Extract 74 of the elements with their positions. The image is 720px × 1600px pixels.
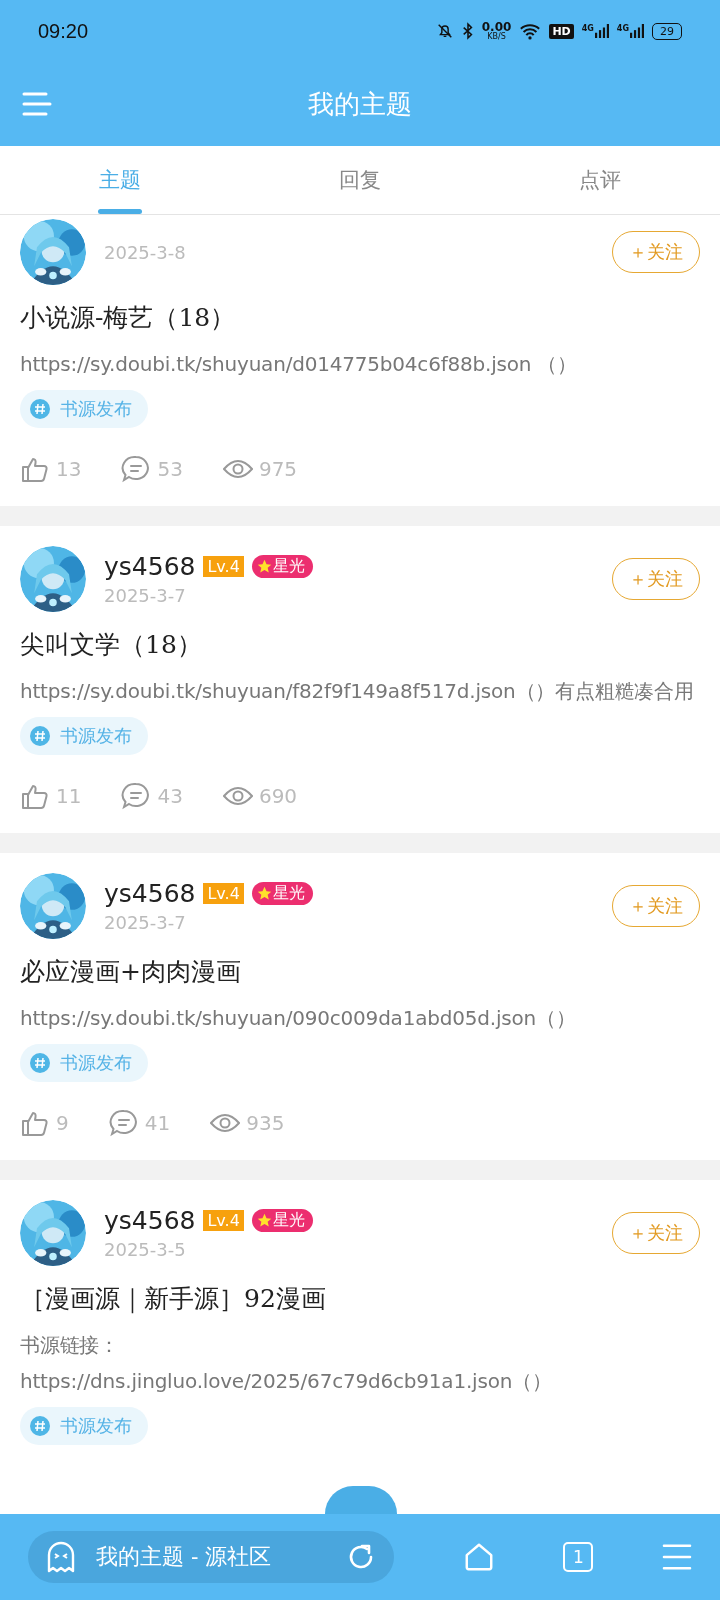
ghost-icon bbox=[46, 1541, 76, 1573]
page-title: 我的主题 - 源社区 bbox=[96, 1543, 273, 1571]
network-type: 4G bbox=[581, 24, 594, 33]
view-count: 975 bbox=[258, 457, 298, 481]
topic-tag[interactable]: 书源发布 bbox=[20, 717, 148, 755]
follow-button[interactable]: ＋关注 bbox=[612, 885, 700, 927]
topic-tag[interactable]: 书源发布 bbox=[20, 1044, 148, 1082]
post-body: https://sy.doubi.tk/shuyuan/090c009da1abd05d.json（） bbox=[20, 1005, 577, 1032]
comment-icon[interactable] bbox=[108, 1108, 139, 1138]
level-badge: Lv.4 bbox=[203, 883, 244, 904]
follow-button[interactable]: ＋关注 bbox=[612, 558, 700, 600]
topic-tag[interactable]: 书源发布 bbox=[20, 1407, 148, 1445]
comment-count: 41 bbox=[144, 1111, 171, 1135]
follow-button[interactable]: ＋关注 bbox=[612, 231, 700, 273]
post-date: 2025-3-8 bbox=[104, 241, 187, 263]
hash-icon bbox=[30, 399, 50, 419]
comment-icon[interactable] bbox=[121, 781, 152, 811]
tag-label: 书源发布 bbox=[60, 397, 132, 421]
comment-count: 43 bbox=[157, 784, 183, 808]
hash-icon bbox=[30, 1416, 50, 1436]
wifi-icon bbox=[519, 22, 542, 40]
network-speed: 0.00 bbox=[481, 21, 512, 33]
post-title[interactable]: 尖叫文学（18） bbox=[20, 628, 700, 661]
post-title[interactable]: ［漫画源｜新手源］92漫画 bbox=[20, 1282, 700, 1315]
tag-label: 书源发布 bbox=[60, 1414, 132, 1438]
level-badge: Lv.4 bbox=[203, 1210, 244, 1231]
level-badge: Lv.4 bbox=[203, 556, 244, 577]
hash-icon bbox=[30, 1053, 50, 1073]
tag-label: 书源发布 bbox=[60, 1051, 132, 1075]
comment-count: 53 bbox=[157, 457, 183, 481]
network-type: 4G bbox=[616, 24, 629, 33]
like-count: 13 bbox=[56, 457, 82, 481]
follow-button[interactable]: ＋关注 bbox=[612, 1212, 700, 1254]
mute-bell-icon bbox=[435, 22, 454, 40]
post-date: 2025-3-7 bbox=[104, 912, 187, 933]
tab[interactable]: 回复 bbox=[240, 146, 480, 214]
username[interactable]: ys4568 bbox=[104, 1206, 196, 1235]
post-date: 2025-3-7 bbox=[104, 585, 187, 606]
like-count: 9 bbox=[56, 1111, 69, 1135]
hd-label: HD bbox=[549, 23, 574, 39]
post-title[interactable]: 必应漫画+肉肉漫画 bbox=[20, 955, 700, 988]
star-icon bbox=[256, 1213, 272, 1228]
like-count: 11 bbox=[56, 784, 82, 808]
tab[interactable]: 点评 bbox=[480, 146, 720, 214]
post-date: 2025-3-5 bbox=[104, 1239, 187, 1260]
menu-icon[interactable] bbox=[22, 91, 52, 117]
star-icon bbox=[256, 559, 272, 574]
rank-label: 星光 bbox=[272, 556, 305, 577]
signal-icon bbox=[630, 24, 644, 38]
tab[interactable]: 主题 bbox=[0, 146, 240, 214]
username[interactable]: ys4568 bbox=[104, 879, 196, 908]
comment-icon[interactable] bbox=[121, 454, 152, 484]
view-count: 935 bbox=[246, 1111, 285, 1135]
signal-icon bbox=[594, 24, 609, 38]
tab-count-button[interactable]: 1 bbox=[563, 1542, 594, 1572]
address-bar[interactable]: 我的主题 - 源社区 bbox=[28, 1531, 394, 1583]
battery-indicator: 29 bbox=[652, 22, 682, 40]
rank-label: 星光 bbox=[272, 883, 305, 904]
view-count: 690 bbox=[258, 784, 298, 808]
status-time: 09:20 bbox=[38, 19, 89, 43]
star-icon bbox=[256, 886, 272, 901]
post-body: https://sy.doubi.tk/shuyuan/d014775b04c6f88b.json （） bbox=[20, 351, 579, 378]
username[interactable]: ys4568 bbox=[104, 552, 196, 581]
rank-label: 星光 bbox=[272, 1210, 305, 1231]
bluetooth-icon bbox=[461, 22, 474, 40]
tag-label: 书源发布 bbox=[60, 724, 132, 748]
app-title: 我的主题 bbox=[308, 87, 412, 121]
topic-tag[interactable]: 书源发布 bbox=[20, 390, 148, 428]
menu-icon[interactable] bbox=[661, 1543, 692, 1571]
post-title[interactable]: 小说源-梅艺（18） bbox=[20, 301, 700, 334]
network-unit: KB/S bbox=[487, 33, 506, 41]
post-body: 书源链接： https://dns.jingluo.love/2025/67c79d6cb91a1.json（） bbox=[20, 1332, 553, 1395]
hash-icon bbox=[30, 726, 50, 746]
post-body: https://sy.doubi.tk/shuyuan/f82f9f149a8f517d.json（）有点粗糙凑合用 bbox=[20, 678, 695, 705]
